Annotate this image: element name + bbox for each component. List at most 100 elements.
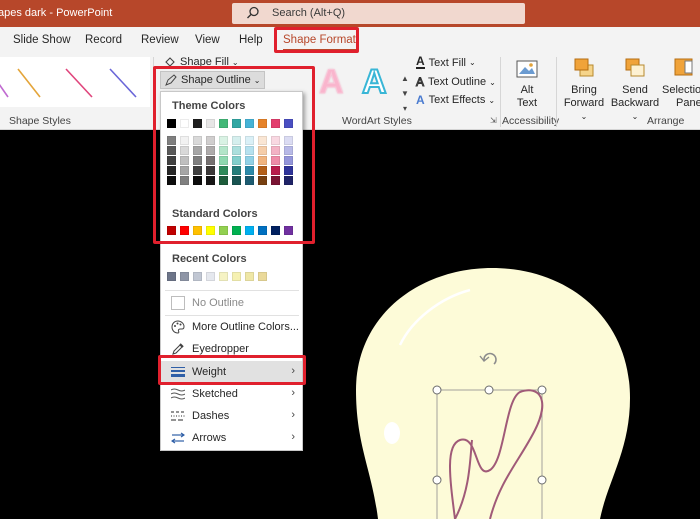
- text-fill-button[interactable]: A Text Fill ⌄: [416, 55, 476, 69]
- theme-shade-swatch[interactable]: [258, 176, 267, 185]
- theme-shade-swatch[interactable]: [258, 146, 267, 155]
- standard-color-swatch[interactable]: [271, 226, 280, 235]
- theme-shade-swatch[interactable]: [219, 156, 228, 165]
- theme-shade-swatch[interactable]: [284, 166, 293, 175]
- theme-shade-swatch[interactable]: [258, 156, 267, 165]
- theme-shade-swatch[interactable]: [193, 176, 202, 185]
- theme-shade-swatch[interactable]: [271, 166, 280, 175]
- slide-canvas[interactable]: [0, 131, 700, 519]
- theme-shade-swatch[interactable]: [193, 156, 202, 165]
- theme-color-swatch[interactable]: [271, 119, 280, 128]
- light-bulb-shape[interactable]: [0, 131, 700, 519]
- theme-shade-swatch[interactable]: [180, 136, 189, 145]
- tab-review[interactable]: Review: [141, 34, 179, 46]
- theme-color-swatch[interactable]: [284, 119, 293, 128]
- theme-shade-swatch[interactable]: [167, 146, 176, 155]
- theme-color-swatch[interactable]: [245, 119, 254, 128]
- standard-color-swatch[interactable]: [258, 226, 267, 235]
- recent-color-swatch[interactable]: [193, 272, 202, 281]
- theme-shade-swatch[interactable]: [180, 156, 189, 165]
- alt-text-button[interactable]: Alt Text: [510, 58, 544, 110]
- theme-shade-swatch[interactable]: [284, 136, 293, 145]
- theme-shade-swatch[interactable]: [271, 176, 280, 185]
- eyedropper-item[interactable]: Eyedropper: [161, 338, 302, 360]
- more-outline-colors-item[interactable]: More Outline Colors...: [161, 316, 302, 338]
- theme-shade-swatch[interactable]: [271, 156, 280, 165]
- wordart-dialog-launcher-icon[interactable]: ⇲: [490, 116, 497, 125]
- theme-shade-swatch[interactable]: [193, 146, 202, 155]
- text-outline-button[interactable]: A Text Outline ⌄: [415, 75, 495, 90]
- tab-shape-format[interactable]: Shape Format: [283, 34, 356, 51]
- theme-shade-swatch[interactable]: [232, 156, 241, 165]
- standard-color-swatch[interactable]: [219, 226, 228, 235]
- theme-shade-swatch[interactable]: [232, 136, 241, 145]
- theme-shade-swatch[interactable]: [232, 146, 241, 155]
- theme-color-swatch[interactable]: [219, 119, 228, 128]
- tab-help[interactable]: Help: [239, 34, 263, 46]
- dashes-item[interactable]: Dashes ›: [161, 405, 302, 427]
- standard-color-swatch[interactable]: [245, 226, 254, 235]
- weight-item[interactable]: Weight ›: [161, 361, 302, 383]
- theme-shade-swatch[interactable]: [232, 166, 241, 175]
- selection-pane-button[interactable]: Selection Pane: [662, 56, 700, 110]
- theme-shade-swatch[interactable]: [206, 146, 215, 155]
- standard-color-swatch[interactable]: [232, 226, 241, 235]
- theme-shade-swatch[interactable]: [245, 156, 254, 165]
- search-box[interactable]: Search (Alt+Q): [232, 3, 525, 24]
- standard-color-swatch[interactable]: [206, 226, 215, 235]
- theme-shade-swatch[interactable]: [284, 146, 293, 155]
- theme-shade-swatch[interactable]: [271, 146, 280, 155]
- theme-shade-swatch[interactable]: [271, 136, 280, 145]
- theme-shade-swatch[interactable]: [284, 176, 293, 185]
- wordart-gallery-scroll[interactable]: ▲ ▼ ▾: [399, 71, 411, 117]
- theme-shade-swatch[interactable]: [180, 146, 189, 155]
- recent-color-swatch[interactable]: [232, 272, 241, 281]
- theme-shade-swatch[interactable]: [245, 166, 254, 175]
- recent-color-swatch[interactable]: [219, 272, 228, 281]
- theme-shade-swatch[interactable]: [219, 166, 228, 175]
- standard-color-swatch[interactable]: [180, 226, 189, 235]
- theme-color-swatch[interactable]: [193, 119, 202, 128]
- theme-shade-swatch[interactable]: [167, 136, 176, 145]
- bring-forward-button[interactable]: Bring Forward ⌄: [560, 56, 608, 123]
- theme-color-swatch[interactable]: [232, 119, 241, 128]
- standard-color-swatch[interactable]: [167, 226, 176, 235]
- recent-color-swatch[interactable]: [167, 272, 176, 281]
- theme-shade-swatch[interactable]: [245, 176, 254, 185]
- theme-shade-swatch[interactable]: [180, 166, 189, 175]
- theme-shade-swatch[interactable]: [167, 176, 176, 185]
- shape-outline-button[interactable]: Shape Outline ⌄: [160, 71, 266, 89]
- theme-shade-swatch[interactable]: [245, 146, 254, 155]
- recent-color-swatch[interactable]: [206, 272, 215, 281]
- theme-shade-swatch[interactable]: [206, 176, 215, 185]
- theme-shade-swatch[interactable]: [180, 176, 189, 185]
- send-backward-button[interactable]: Send Backward ⌄: [609, 56, 661, 123]
- arrows-item[interactable]: Arrows ›: [161, 427, 302, 449]
- recent-color-swatch[interactable]: [258, 272, 267, 281]
- standard-color-swatch[interactable]: [193, 226, 202, 235]
- recent-color-swatch[interactable]: [180, 272, 189, 281]
- theme-shade-swatch[interactable]: [206, 136, 215, 145]
- theme-shade-swatch[interactable]: [206, 156, 215, 165]
- text-effects-button[interactable]: A Text Effects ⌄: [416, 93, 495, 107]
- wordart-style-2[interactable]: A: [361, 62, 388, 102]
- sketched-item[interactable]: Sketched ›: [161, 383, 302, 405]
- theme-color-swatch[interactable]: [206, 119, 215, 128]
- theme-color-swatch[interactable]: [180, 119, 189, 128]
- shape-styles-gallery[interactable]: [0, 57, 150, 107]
- theme-shade-swatch[interactable]: [284, 156, 293, 165]
- theme-shade-swatch[interactable]: [193, 166, 202, 175]
- standard-color-swatch[interactable]: [284, 226, 293, 235]
- theme-shade-swatch[interactable]: [232, 176, 241, 185]
- tab-view[interactable]: View: [195, 34, 220, 46]
- theme-color-swatch[interactable]: [258, 119, 267, 128]
- wordart-style-1[interactable]: A: [319, 63, 345, 102]
- theme-shade-swatch[interactable]: [219, 146, 228, 155]
- theme-shade-swatch[interactable]: [206, 166, 215, 175]
- recent-color-swatch[interactable]: [245, 272, 254, 281]
- shape-fill-button[interactable]: Shape Fill ⌄: [164, 56, 239, 68]
- theme-shade-swatch[interactable]: [167, 156, 176, 165]
- theme-shade-swatch[interactable]: [258, 136, 267, 145]
- theme-shade-swatch[interactable]: [245, 136, 254, 145]
- theme-shade-swatch[interactable]: [167, 166, 176, 175]
